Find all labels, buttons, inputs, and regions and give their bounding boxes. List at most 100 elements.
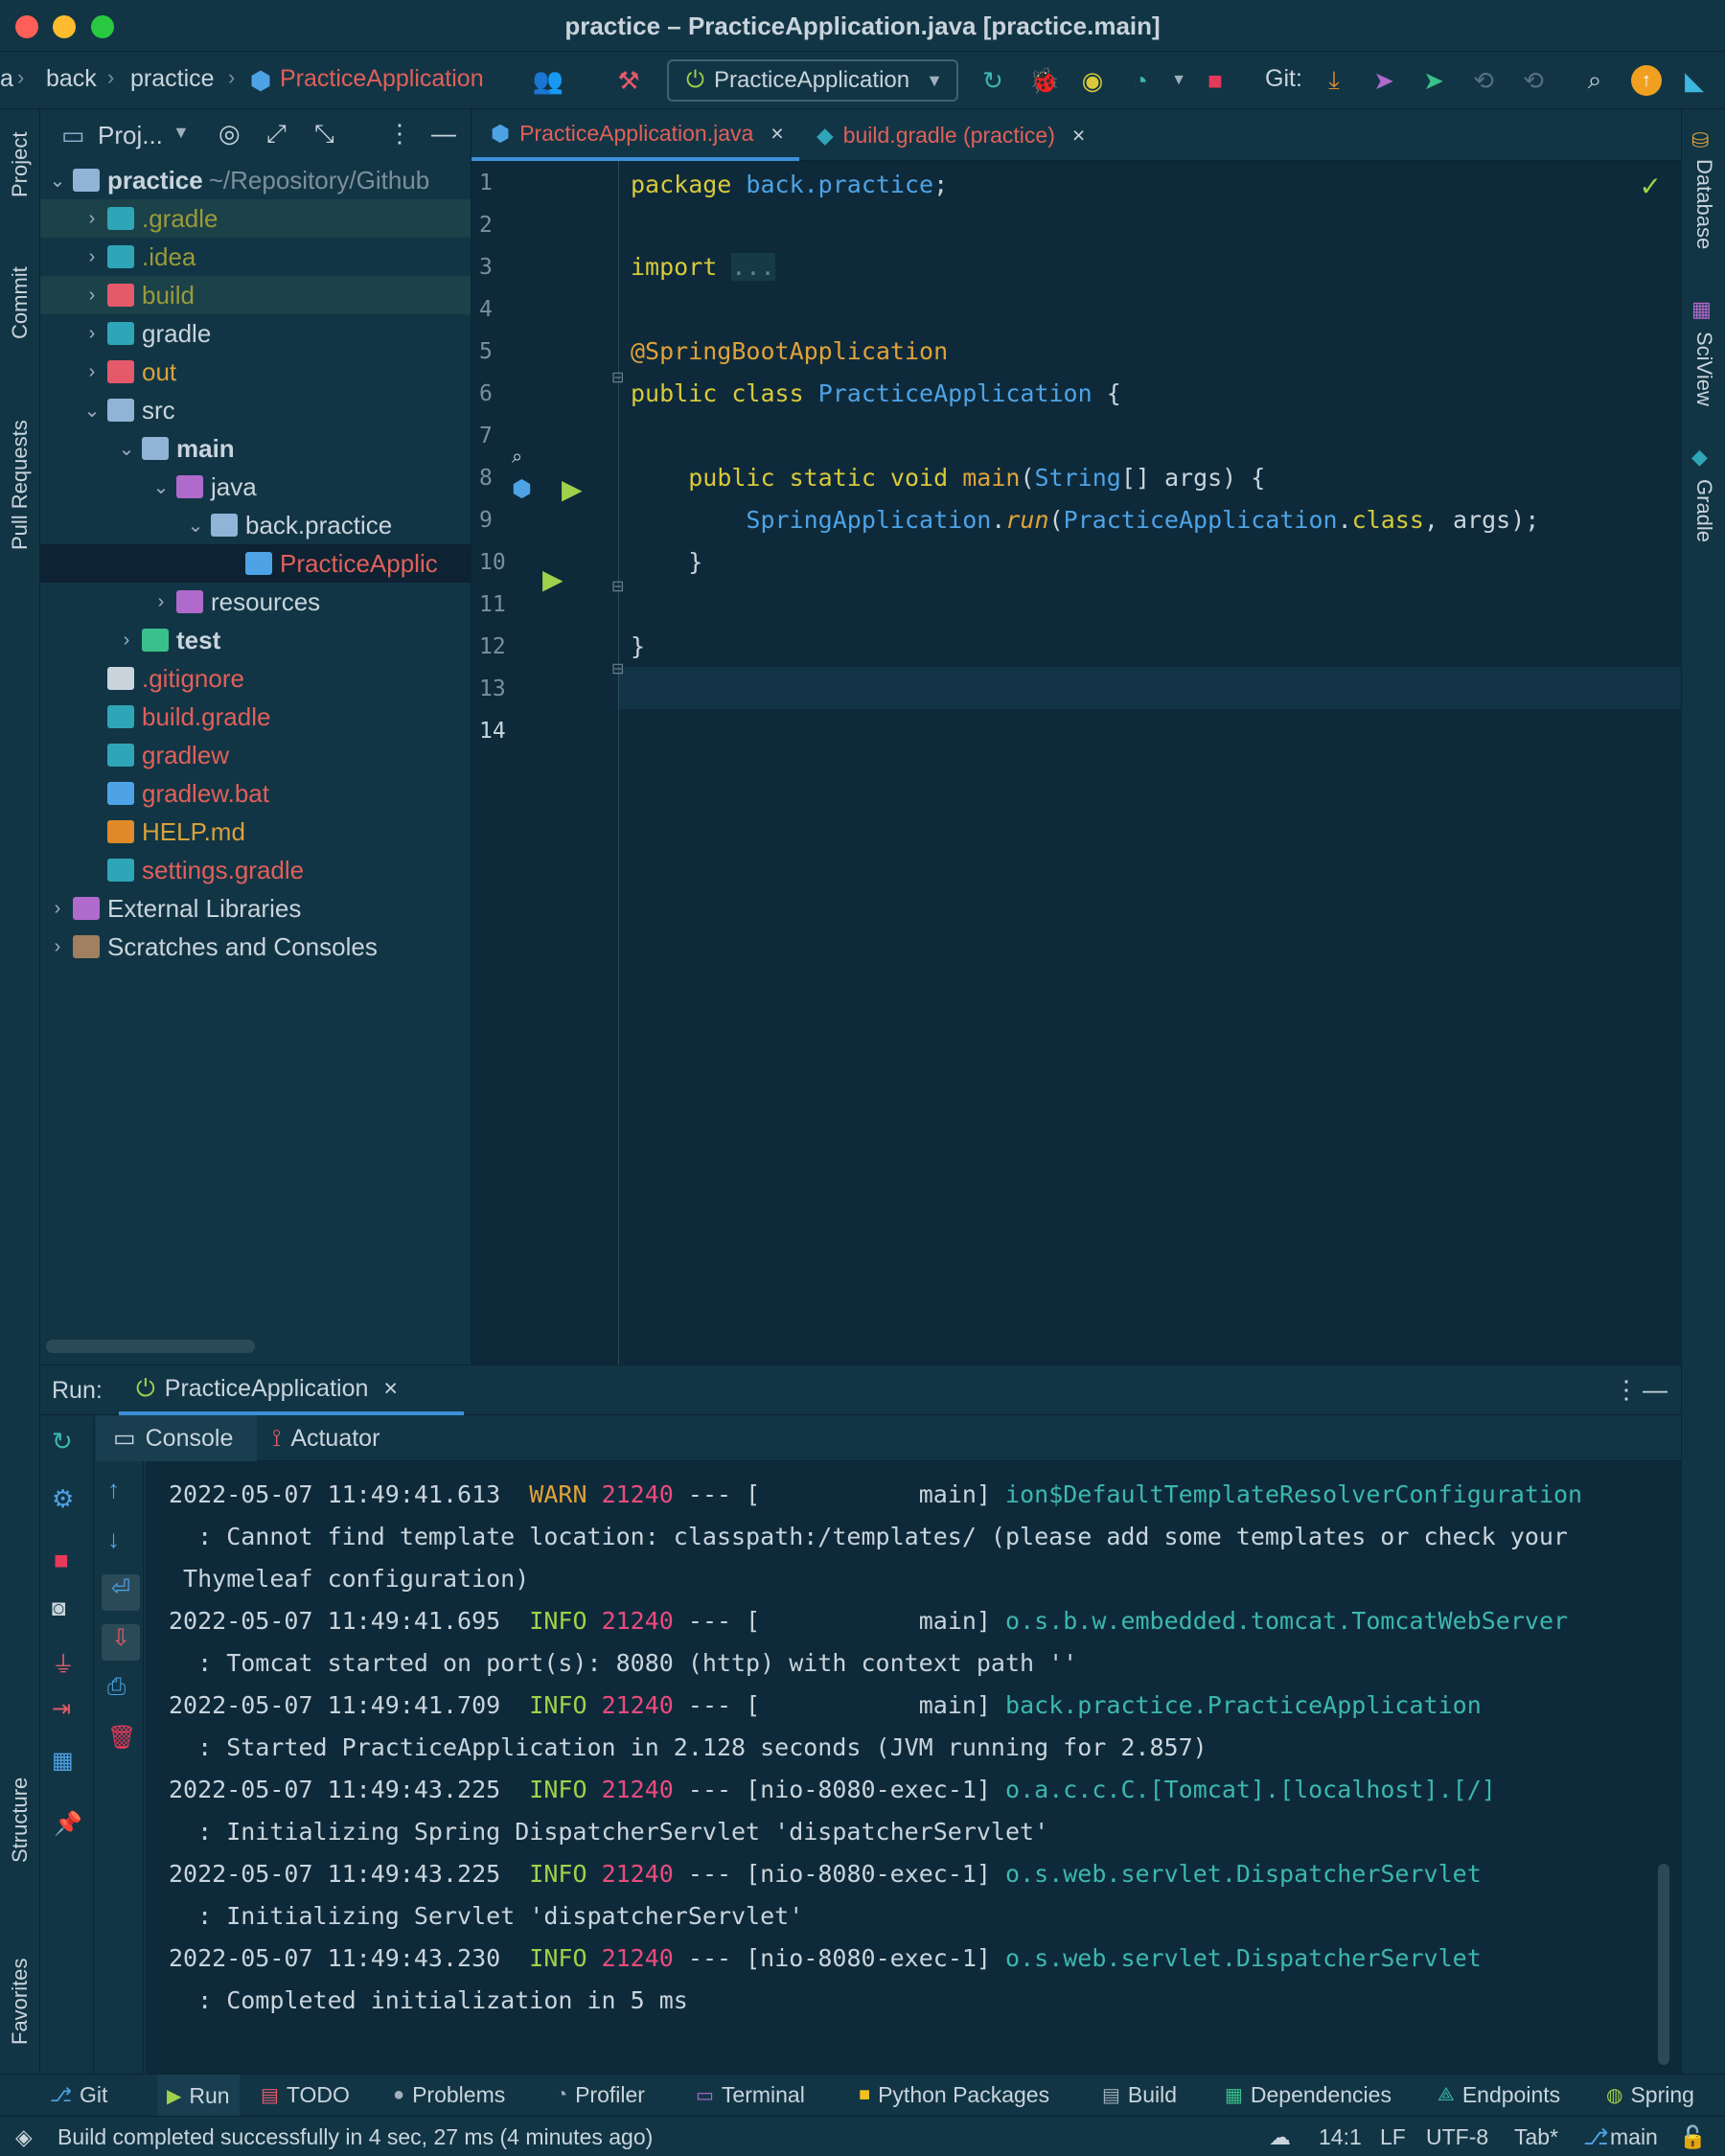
tool-window-database[interactable]: Database	[1691, 159, 1716, 249]
collapse-all-icon[interactable]: ⤡	[314, 119, 334, 149]
fold-icon[interactable]: ⊟	[611, 368, 624, 387]
profile-icon[interactable]: ◔	[1125, 65, 1156, 96]
tree-item[interactable]: › build	[40, 276, 471, 314]
tree-item[interactable]: PracticeApplic	[40, 544, 471, 583]
tree-item[interactable]: ⌄ main	[40, 429, 471, 468]
arrow-down-icon[interactable]: ↓	[107, 1525, 120, 1554]
soft-wrap-icon[interactable]: ⏎	[102, 1574, 140, 1611]
tool-window-git[interactable]: ⎇ Git	[50, 2082, 107, 2108]
chevron-down-icon[interactable]: ⌄	[48, 169, 67, 193]
fold-icon[interactable]: ⊟	[611, 577, 624, 596]
tab-practiceapplication-java[interactable]: ⬢ PracticeApplication.java ×	[472, 109, 799, 161]
tree-item[interactable]: gradlew.bat	[40, 774, 471, 813]
search-icon[interactable]: ⌕	[1579, 65, 1610, 96]
more-options-icon[interactable]: ⋮	[387, 119, 412, 149]
tree-item[interactable]: › External Libraries	[40, 889, 471, 928]
tool-window-commit[interactable]: Commit	[8, 266, 33, 339]
breadcrumb-item[interactable]: back	[46, 65, 97, 93]
close-tab-icon[interactable]: ×	[383, 1375, 398, 1403]
file-encoding[interactable]: UTF-8	[1426, 2124, 1488, 2150]
chevron-down-icon[interactable]: ⌄	[151, 475, 171, 499]
stop-icon[interactable]: ■	[1200, 65, 1230, 96]
chevron-right-icon[interactable]: ›	[48, 936, 67, 958]
tree-item[interactable]: gradlew	[40, 736, 471, 774]
tool-window-sciview[interactable]: SciView	[1691, 332, 1716, 406]
code-line[interactable]: package back.practice;	[631, 171, 948, 198]
tree-item[interactable]: ⌄ java	[40, 468, 471, 506]
tree-item[interactable]: › gradle	[40, 314, 471, 353]
tab-console[interactable]: ▭ Console	[96, 1415, 257, 1461]
chevron-down-icon[interactable]: ⌄	[186, 514, 205, 538]
tool-window-problems[interactable]: ● Problems	[393, 2082, 505, 2108]
scroll-to-end-icon[interactable]: ⇩	[102, 1624, 140, 1661]
chevron-right-icon[interactable]: ›	[82, 361, 102, 383]
chevron-right-icon[interactable]: ›	[82, 246, 102, 268]
tree-item[interactable]: › .gradle	[40, 199, 471, 238]
status-message[interactable]: Build completed successfully in 4 sec, 2…	[58, 2124, 653, 2150]
chevron-down-icon[interactable]: ▼	[172, 123, 190, 143]
tree-item[interactable]: HELP.md	[40, 813, 471, 851]
caret-position[interactable]: 14:1	[1319, 2124, 1362, 2150]
tool-window-pull-requests[interactable]: Pull Requests	[8, 420, 33, 550]
fold-icon[interactable]: ⊟	[611, 659, 624, 678]
tool-window-spring[interactable]: ◍ Spring	[1606, 2082, 1694, 2108]
users-icon[interactable]: 👥	[533, 65, 564, 96]
git-branch[interactable]: main	[1610, 2124, 1658, 2150]
tree-item[interactable]: ⌄ back.practice	[40, 506, 471, 544]
tree-item[interactable]: ⌄ practice ~/Repository/Github	[40, 161, 471, 199]
close-tab-icon[interactable]: ×	[770, 121, 783, 147]
chevron-down-icon[interactable]: ▼	[1163, 65, 1194, 96]
breadcrumb-item[interactable]: PracticeApplication	[280, 65, 484, 93]
chevron-right-icon[interactable]: ›	[151, 591, 171, 613]
pin-icon[interactable]: 📌	[54, 1810, 82, 1838]
tool-window-python-packages[interactable]: ■ Python Packages	[859, 2082, 1049, 2108]
chevron-down-icon[interactable]: ⌄	[82, 399, 102, 423]
code-line[interactable]: public class PracticeApplication {	[631, 379, 1121, 407]
indent-setting[interactable]: Tab*	[1514, 2124, 1558, 2150]
more-options-icon[interactable]: ⋮	[1614, 1375, 1639, 1405]
tree-item[interactable]: .gitignore	[40, 659, 471, 698]
chevron-right-icon[interactable]: ›	[82, 208, 102, 230]
tool-window-terminal[interactable]: ▭ Terminal	[696, 2082, 805, 2108]
tool-window-run[interactable]: ▶ Run	[157, 2075, 240, 2117]
code-line[interactable]: @SpringBootApplication	[631, 337, 948, 365]
code-line[interactable]: }	[631, 548, 702, 576]
breadcrumb-item[interactable]: a	[0, 65, 13, 93]
bean-icon[interactable]: ⬢	[512, 475, 532, 503]
tool-window-endpoints[interactable]: ⟁ Endpoints	[1438, 2082, 1560, 2108]
tree-item[interactable]: ⌄ src	[40, 391, 471, 429]
tool-window-profiler[interactable]: ◔ Profiler	[556, 2082, 645, 2108]
minimize-panel-icon[interactable]: —	[431, 119, 456, 149]
line-separator[interactable]: LF	[1380, 2124, 1406, 2150]
tab-build-gradle[interactable]: ◆ build.gradle (practice) ×	[816, 109, 1123, 161]
camera-icon[interactable]: ◙	[52, 1595, 66, 1622]
run-gutter-icon[interactable]: ▶	[562, 473, 583, 505]
vertical-scrollbar[interactable]	[1658, 1864, 1669, 2065]
tool-window-todo[interactable]: ▤ TODO	[261, 2082, 350, 2108]
console-output[interactable]: 2022-05-07 11:49:41.613 WARN 21240 --- […	[146, 1461, 1681, 2075]
lock-icon[interactable]: 🔓	[1679, 2124, 1707, 2150]
chevron-right-icon[interactable]: ›	[48, 898, 67, 920]
cloud-icon[interactable]: ☁	[1269, 2124, 1291, 2150]
expand-all-icon[interactable]: ⤢	[266, 119, 287, 149]
rerun-icon[interactable]: ↻	[52, 1427, 73, 1456]
arrow-up-icon[interactable]: ↑	[107, 1475, 120, 1504]
run-tab[interactable]: ⏻ PracticeApplication ×	[119, 1365, 464, 1415]
tree-item[interactable]: settings.gradle	[40, 851, 471, 889]
exit-icon[interactable]: ⇥	[52, 1695, 71, 1723]
print-icon[interactable]: ⎙	[107, 1674, 126, 1701]
run-configuration-dropdown[interactable]: ⏻ PracticeApplication ▼	[667, 59, 958, 102]
tree-item[interactable]: › .idea	[40, 238, 471, 276]
code-line[interactable]: import ...	[631, 253, 775, 281]
chevron-down-icon[interactable]: ⌄	[117, 437, 136, 461]
tool-window-build[interactable]: ▤ Build	[1102, 2082, 1177, 2108]
project-view-selector[interactable]: Proj...	[98, 121, 163, 150]
minimize-panel-icon[interactable]: —	[1643, 1375, 1668, 1405]
chevron-right-icon[interactable]: ›	[117, 630, 136, 652]
tab-actuator[interactable]: ⟟ Actuator	[272, 1415, 380, 1461]
trash-icon[interactable]: 🗑	[107, 1724, 136, 1752]
layers-icon[interactable]: ◈	[15, 2124, 33, 2150]
plugin-icon[interactable]: ◣	[1679, 65, 1710, 96]
locate-icon[interactable]: ◎	[218, 119, 241, 149]
update-icon[interactable]: ↑	[1631, 65, 1662, 96]
